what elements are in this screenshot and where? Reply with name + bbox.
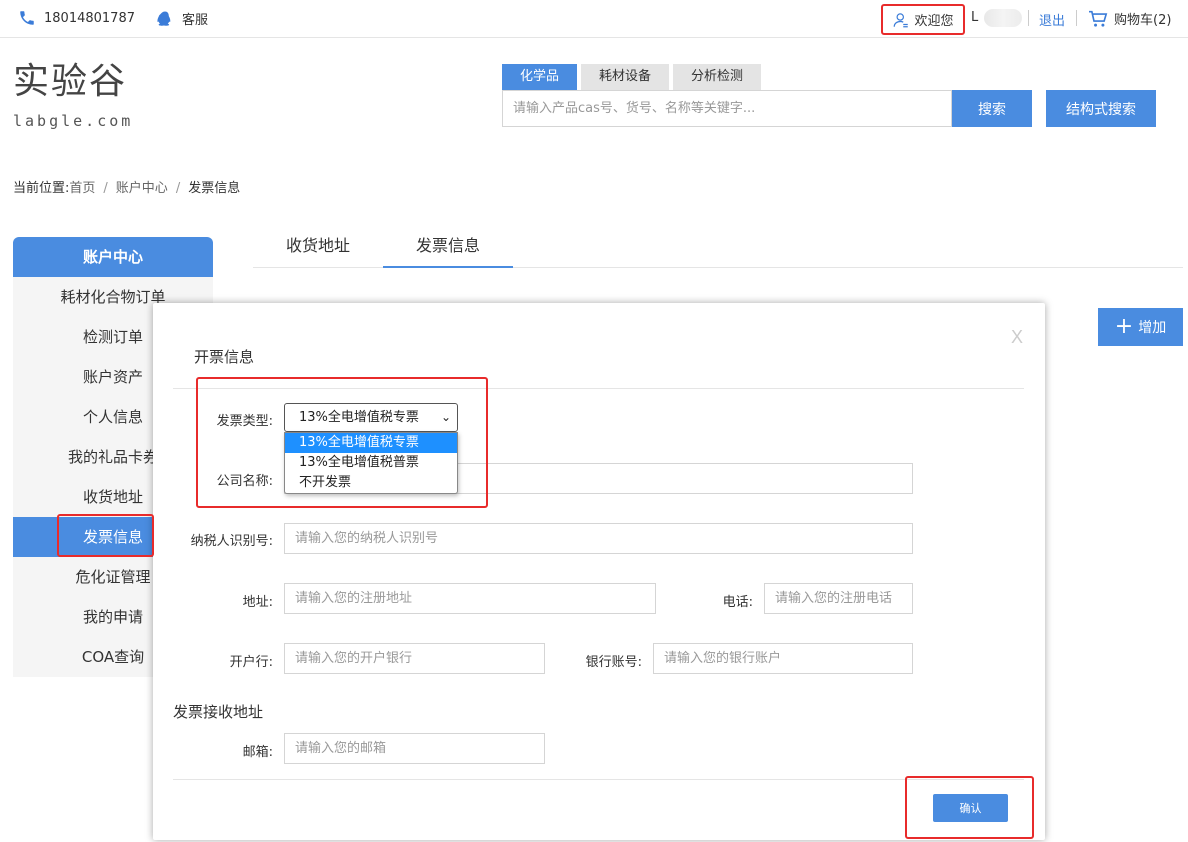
close-icon[interactable]: X (1011, 327, 1023, 348)
breadcrumb-current: 发票信息 (188, 181, 241, 196)
invoice-type-value: 13%全电增值税专票 (299, 410, 419, 425)
add-invoice-button[interactable]: + 增加 (1098, 308, 1183, 346)
username-redacted (984, 9, 1022, 27)
plus-icon: + (1114, 314, 1134, 339)
qq-penguin-icon (157, 11, 171, 26)
address-input[interactable]: 请输入您的注册地址 (284, 583, 656, 614)
receive-address-title: 发票接收地址 (173, 703, 264, 721)
cart-link[interactable]: 购物车(2) (1088, 9, 1171, 28)
invoice-type-select[interactable]: 13%全电增值税专票 ⌄ (284, 403, 458, 432)
company-name-label: 公司名称: (216, 474, 273, 489)
content-tabs: 收货地址 发票信息 (253, 230, 1183, 268)
logout-link[interactable]: 退出 (1039, 10, 1065, 29)
breadcrumb-separator: / (103, 181, 108, 196)
divider (1076, 10, 1077, 26)
bank-input[interactable]: 请输入您的开户银行 (284, 643, 545, 674)
invoice-type-label: 发票类型: (216, 414, 273, 429)
divider (1028, 10, 1029, 26)
tab-shipping-address[interactable]: 收货地址 (253, 230, 383, 268)
phone-input[interactable]: 请输入您的注册电话 (764, 583, 913, 614)
confirm-button[interactable]: 确认 (933, 794, 1008, 822)
tab-invoice-info[interactable]: 发票信息 (383, 230, 513, 268)
invoice-modal: X 开票信息 发票类型: 13%全电增值税专票 ⌄ 公司名称: 13%全电增值税… (153, 303, 1045, 840)
invoice-option-none[interactable]: 不开发票 (285, 473, 457, 493)
structure-search-button[interactable]: 结构式搜索 (1046, 90, 1156, 127)
invoice-type-dropdown: 13%全电增值税专票 13%全电增值税普票 不开发票 (284, 432, 458, 494)
user-icon (894, 12, 909, 27)
site-logo[interactable]: 实验谷 labgle.com (13, 60, 153, 136)
add-label: 增加 (1138, 320, 1167, 336)
taxid-label: 纳税人识别号: (190, 534, 273, 549)
logo-text-en: labgle.com (13, 112, 134, 130)
username[interactable]: L (971, 10, 978, 25)
phone-icon (20, 11, 34, 25)
phone-contact[interactable]: 18014801787 (18, 9, 135, 27)
chevron-down-icon: ⌄ (440, 410, 451, 424)
customer-service-label: 客服 (182, 13, 209, 28)
search-tab-analysis[interactable]: 分析检测 (673, 64, 762, 90)
phone-label: 电话: (722, 595, 753, 610)
breadcrumb-prefix: 当前位置: (13, 181, 70, 196)
taxid-input[interactable]: 请输入您的纳税人识别号 (284, 523, 913, 554)
account-label: 银行账号: (585, 655, 642, 670)
breadcrumb-account[interactable]: 账户中心 (116, 181, 168, 196)
shopping-cart-icon (1089, 10, 1108, 27)
logo-text-cn: 实验谷 (13, 61, 128, 102)
top-bar: 18014801787 客服 欢迎您 L 退出 购物车(2) (0, 0, 1188, 38)
search-category-tabs: 化学品 耗材设备 分析检测 (502, 64, 762, 90)
email-label: 邮箱: (242, 745, 273, 760)
bank-label: 开户行: (229, 655, 273, 670)
search-tab-consumables[interactable]: 耗材设备 (581, 64, 670, 90)
welcome-user-link[interactable]: 欢迎您 (881, 4, 965, 35)
breadcrumb-home[interactable]: 首页 (69, 181, 95, 196)
address-label: 地址: (242, 595, 273, 610)
invoice-option-special[interactable]: 13%全电增值税专票 (285, 433, 457, 453)
account-input[interactable]: 请输入您的银行账户 (653, 643, 913, 674)
divider (173, 388, 1024, 389)
search-tab-chemicals[interactable]: 化学品 (502, 64, 578, 90)
search-button[interactable]: 搜索 (952, 90, 1032, 127)
phone-number: 18014801787 (44, 10, 135, 26)
divider (173, 779, 1024, 780)
modal-title: 开票信息 (194, 348, 255, 366)
breadcrumb-separator: / (175, 181, 181, 196)
sidebar-title: 账户中心 (13, 237, 213, 277)
cart-label: 购物车(2) (1114, 13, 1172, 28)
customer-service-link[interactable]: 客服 (156, 9, 208, 28)
search-input[interactable]: 请输入产品cas号、货号、名称等关键字... (502, 90, 952, 127)
invoice-option-normal[interactable]: 13%全电增值税普票 (285, 453, 457, 473)
email-input[interactable]: 请输入您的邮箱 (284, 733, 545, 764)
welcome-label: 欢迎您 (914, 14, 954, 29)
breadcrumb: 当前位置:首页 / 账户中心 / 发票信息 (13, 177, 240, 196)
